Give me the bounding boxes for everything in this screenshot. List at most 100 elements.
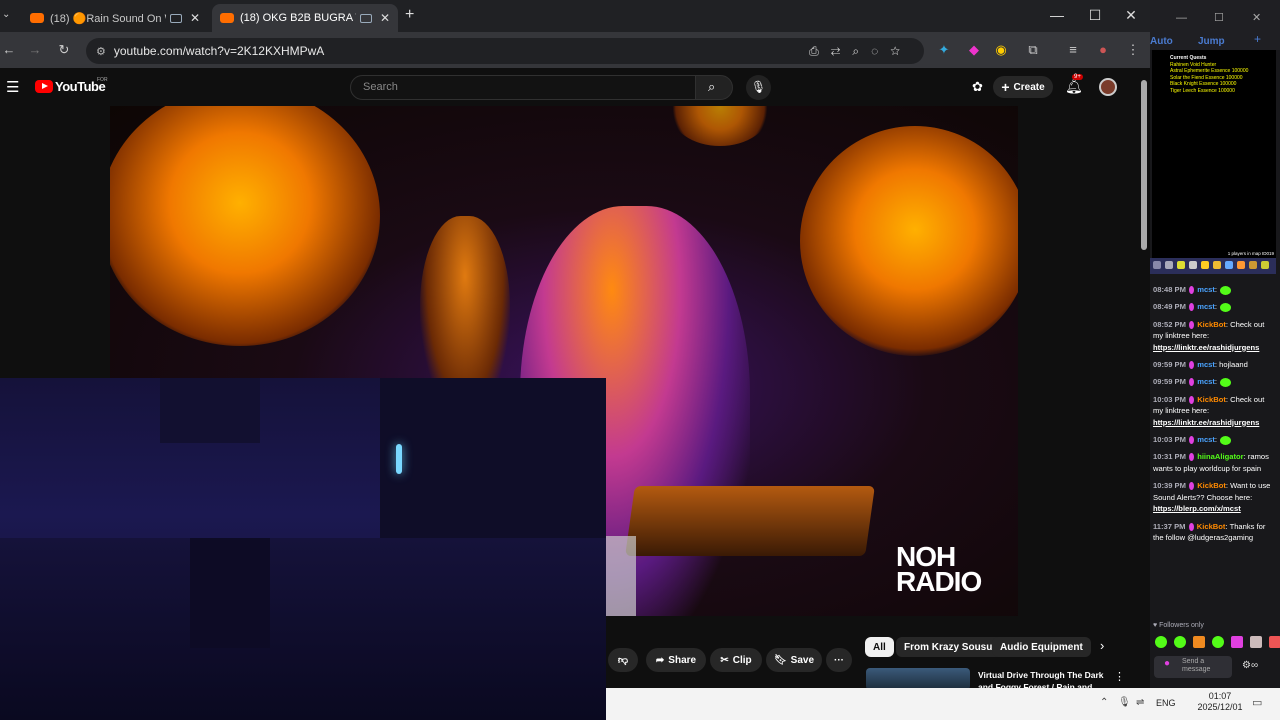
profile-avatar[interactable]: ●	[1094, 41, 1112, 59]
chip-audio-equipment[interactable]: Audio Equipment	[992, 637, 1091, 657]
thumbs-down-icon: 👎︎	[617, 655, 629, 666]
more-actions-button[interactable]: ···	[826, 648, 852, 672]
game-slot-icon[interactable]	[1261, 261, 1269, 269]
user-badge-icon	[1189, 453, 1195, 462]
extensions-puzzle-icon[interactable]: ⧉	[1024, 41, 1042, 59]
game-slot-icon[interactable]	[1177, 261, 1185, 269]
cast-icon	[359, 13, 372, 23]
create-button[interactable]: + Create	[993, 76, 1053, 98]
chat-message-input[interactable]: ● Send a message	[1154, 656, 1232, 678]
chat-link[interactable]: https://blerp.com/x/mcst	[1153, 503, 1273, 514]
rec-title[interactable]: Virtual Drive Through The Dark and Foggy…	[978, 669, 1108, 688]
emote-icon[interactable]	[1212, 636, 1224, 648]
back-icon[interactable]: ←	[0, 41, 18, 59]
notifications-bell-icon[interactable]: 🔔︎	[1065, 78, 1083, 95]
youtube-logo-icon[interactable]	[35, 80, 53, 93]
account-avatar[interactable]	[1099, 78, 1117, 96]
close-icon[interactable]: ✕	[1252, 11, 1261, 24]
game-slot-icon[interactable]	[1165, 261, 1173, 269]
clock[interactable]: 01:07 2025/12/01	[1192, 691, 1248, 713]
game-icon-bar[interactable]	[1150, 258, 1276, 274]
extension-icon[interactable]: ✦	[935, 41, 953, 59]
tab-rain-sound[interactable]: (18) 🟠Rain Sound On Win ✕	[22, 4, 208, 32]
chat-message: 09:59 PM mcst: hojlaand	[1153, 360, 1248, 370]
rec-thumbnail[interactable]	[866, 668, 970, 690]
emote-icon[interactable]	[1250, 636, 1262, 648]
minimize-icon[interactable]: —	[1176, 12, 1187, 24]
chat-link[interactable]: https://linktr.ee/rashidjurgens	[1153, 417, 1273, 428]
extension-icon[interactable]: ◉	[992, 41, 1010, 59]
maximize-button[interactable]: ☐	[1086, 6, 1104, 24]
jump-button[interactable]: Jump	[1198, 36, 1225, 47]
search-button[interactable]: ⌕	[695, 75, 733, 100]
tray-chevron-icon[interactable]: ⌃	[1100, 697, 1108, 708]
chat-username[interactable]: mcst	[1197, 302, 1215, 311]
new-tab-button[interactable]: +	[405, 6, 414, 24]
dislike-button[interactable]: 👎︎	[608, 648, 638, 672]
chat-username[interactable]: mcst	[1197, 285, 1215, 294]
chat-username[interactable]: KickBot	[1197, 395, 1226, 404]
chat-username[interactable]: mcst	[1197, 377, 1215, 386]
chat-username[interactable]: KickBot	[1197, 522, 1226, 531]
bookmark-icon: 🔖︎	[773, 654, 787, 666]
network-icon[interactable]: ⇌	[1136, 697, 1144, 708]
site-info-icon[interactable]: ⚙	[96, 45, 106, 58]
forward-icon[interactable]: →	[26, 41, 44, 59]
maximize-icon[interactable]: ☐	[1214, 11, 1224, 24]
chat-username[interactable]: KickBot	[1197, 320, 1226, 329]
add-icon[interactable]: +	[1254, 32, 1261, 46]
omnibox-actions[interactable]: ⎙⇄⌕◌☆	[809, 44, 912, 59]
game-slot-icon[interactable]	[1201, 261, 1209, 269]
chat-username[interactable]: hiinaAligator	[1197, 452, 1243, 461]
upload-icon[interactable]: ✿	[972, 79, 983, 95]
emote-icon[interactable]	[1193, 636, 1205, 648]
game-slot-icon[interactable]	[1189, 261, 1197, 269]
chat-timestamp: 08:52 PM	[1153, 319, 1186, 329]
tab-okg-b2b[interactable]: (18) OKG B2B BUGRA T | NO ✕	[212, 4, 398, 32]
minimize-button[interactable]: —	[1048, 6, 1066, 24]
microphone-icon[interactable]: 🎙︎	[1118, 697, 1131, 708]
hamburger-icon[interactable]: ☰	[6, 78, 19, 96]
chandelier-right	[800, 126, 1018, 356]
chip-all[interactable]: All	[865, 637, 894, 657]
search-input[interactable]: Search	[350, 75, 696, 100]
save-button[interactable]: 🔖︎ Save	[766, 648, 822, 672]
media-icon[interactable]: ≡	[1064, 41, 1082, 59]
chevron-right-icon[interactable]: ›	[1100, 638, 1104, 653]
extension-icon[interactable]: ◆	[965, 41, 983, 59]
chat-message: 09:59 PM mcst:	[1153, 376, 1273, 387]
notification-center-icon[interactable]: ▭	[1252, 696, 1262, 709]
game-slot-icon[interactable]	[1213, 261, 1221, 269]
game-slot-icon[interactable]	[1153, 261, 1161, 269]
game-slot-icon[interactable]	[1237, 261, 1245, 269]
rec-more-icon[interactable]: ⋮	[1114, 670, 1125, 683]
voice-search-icon[interactable]: 🎙︎	[746, 75, 771, 100]
emote-icon[interactable]	[1174, 636, 1186, 648]
game-slot-icon[interactable]	[1225, 261, 1233, 269]
reload-icon[interactable]: ↻	[55, 41, 73, 59]
share-button[interactable]: ➦ Share	[646, 648, 706, 672]
menu-icon[interactable]: ⋮	[1124, 41, 1142, 59]
emote-icon[interactable]	[1231, 636, 1243, 648]
clip-button[interactable]: ✂ Clip	[710, 648, 762, 672]
language-indicator[interactable]: ENG	[1156, 698, 1176, 708]
close-tab-icon[interactable]: ✕	[190, 11, 200, 25]
auto-button[interactable]: Auto	[1150, 36, 1173, 47]
tab-search-icon[interactable]: ⌄	[2, 9, 10, 20]
close-tab-icon[interactable]: ✕	[380, 11, 390, 25]
chat-username[interactable]: mcst	[1197, 360, 1215, 369]
address-bar[interactable]: ⚙ youtube.com/watch?v=2K12KXHMPwA ⎙⇄⌕◌☆	[86, 38, 924, 64]
chat-username[interactable]: KickBot	[1197, 481, 1226, 490]
close-window-button[interactable]: ✕	[1122, 6, 1140, 24]
emote-bar[interactable]	[1154, 636, 1280, 648]
chat-link[interactable]: https://linktr.ee/rashidjurgens	[1153, 342, 1273, 353]
user-badge-icon	[1189, 482, 1195, 491]
chip-from-krazy-sousui[interactable]: From Krazy Sousui	[896, 637, 1004, 657]
chat-username[interactable]: mcst	[1197, 435, 1215, 444]
game-slot-icon[interactable]	[1249, 261, 1257, 269]
emote-icon[interactable]	[1269, 636, 1280, 648]
chat-settings-icon[interactable]: ⚙∞	[1242, 660, 1258, 671]
page-scrollbar[interactable]	[1138, 68, 1150, 688]
create-label: Create	[1013, 81, 1045, 93]
emote-icon[interactable]	[1155, 636, 1167, 648]
